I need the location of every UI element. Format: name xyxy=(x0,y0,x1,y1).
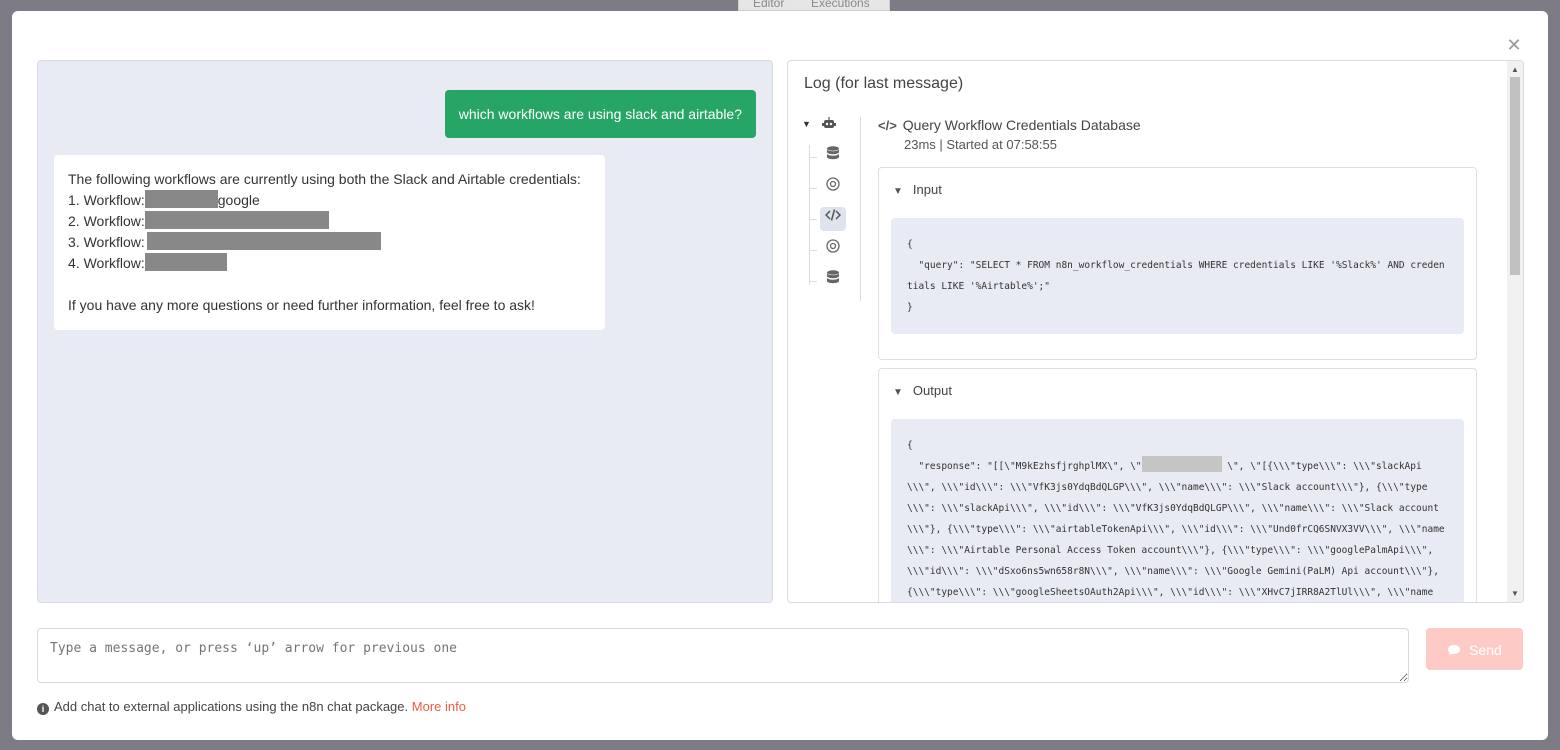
agent-robot-icon[interactable] xyxy=(816,115,842,139)
list-item: 1. Workflow: google xyxy=(68,190,260,208)
chevron-down-icon: ▼ xyxy=(893,186,903,197)
chat-bubble-icon xyxy=(1447,642,1469,658)
redacted-block xyxy=(144,253,227,271)
background-tabs: Editor Executions xyxy=(738,0,890,11)
scrollbar-thumb[interactable] xyxy=(1510,77,1520,275)
close-icon[interactable]: ✕ xyxy=(1506,36,1522,54)
output-header[interactable]: ▼ Output xyxy=(893,383,952,398)
tab-editor[interactable]: Editor xyxy=(753,0,784,10)
chevron-down-icon[interactable]: ▼ xyxy=(802,119,811,129)
footer-note: i Add chat to external applications using… xyxy=(37,699,466,715)
list-item: 3. Workflow: xyxy=(68,232,591,253)
redacted-block xyxy=(1141,456,1222,472)
list-item: 2. Workflow: xyxy=(68,211,591,232)
output-section: ▼ Output { "response": "[[\"M9kEzhsfjrghp… xyxy=(878,368,1477,602)
bot-outro: If you have any more questions or need f… xyxy=(68,297,535,313)
chat-modal: ✕ which workflows are using slack and ai… xyxy=(12,11,1548,740)
list-item: 4. Workflow: xyxy=(68,253,591,274)
log-title: Log (for last message) xyxy=(804,75,964,92)
bot-intro: The following workflows are currently us… xyxy=(68,171,581,187)
more-info-link[interactable]: More info xyxy=(412,699,466,714)
user-message: which workflows are using slack and airt… xyxy=(444,90,756,138)
input-code: { "query": "SELECT * FROM n8n_workflow_c… xyxy=(891,218,1464,334)
node-tree: ▼ xyxy=(802,117,862,307)
redacted-block xyxy=(144,190,218,208)
bot-message: The following workflows are currently us… xyxy=(54,155,605,330)
output-code: { "response": "[[\"M9kEzhsfjrghplMX\", \… xyxy=(891,419,1464,602)
chevron-down-icon: ▼ xyxy=(893,387,903,398)
input-section: ▼ Input { "query": "SELECT * FROM n8n_wor… xyxy=(878,167,1477,360)
scroll-up-icon: ▲ xyxy=(1511,65,1519,74)
node-title: </> Query Workflow Credentials Database xyxy=(878,117,1141,133)
log-panel: Log (for last message) ▼ </> Query Workf… xyxy=(787,60,1524,603)
openai-icon[interactable] xyxy=(820,176,846,200)
redacted-block xyxy=(146,232,381,250)
send-button[interactable]: Send xyxy=(1426,628,1523,670)
info-icon: i xyxy=(37,703,49,715)
tab-executions[interactable]: Executions xyxy=(811,0,870,10)
code-icon: </> xyxy=(878,118,897,133)
database-icon[interactable] xyxy=(820,145,846,169)
database-icon[interactable] xyxy=(820,269,846,293)
scroll-down-icon: ▼ xyxy=(1511,589,1519,598)
openai-icon[interactable] xyxy=(820,238,846,262)
redacted-block xyxy=(144,211,329,229)
log-scrollbar[interactable]: ▲ ▼ xyxy=(1507,61,1523,602)
chat-messages-panel: which workflows are using slack and airt… xyxy=(37,60,773,603)
message-input[interactable] xyxy=(37,628,1409,683)
node-meta: 23ms | Started at 07:58:55 xyxy=(904,137,1057,152)
input-header[interactable]: ▼ Input xyxy=(893,182,942,197)
code-icon[interactable] xyxy=(820,207,846,231)
